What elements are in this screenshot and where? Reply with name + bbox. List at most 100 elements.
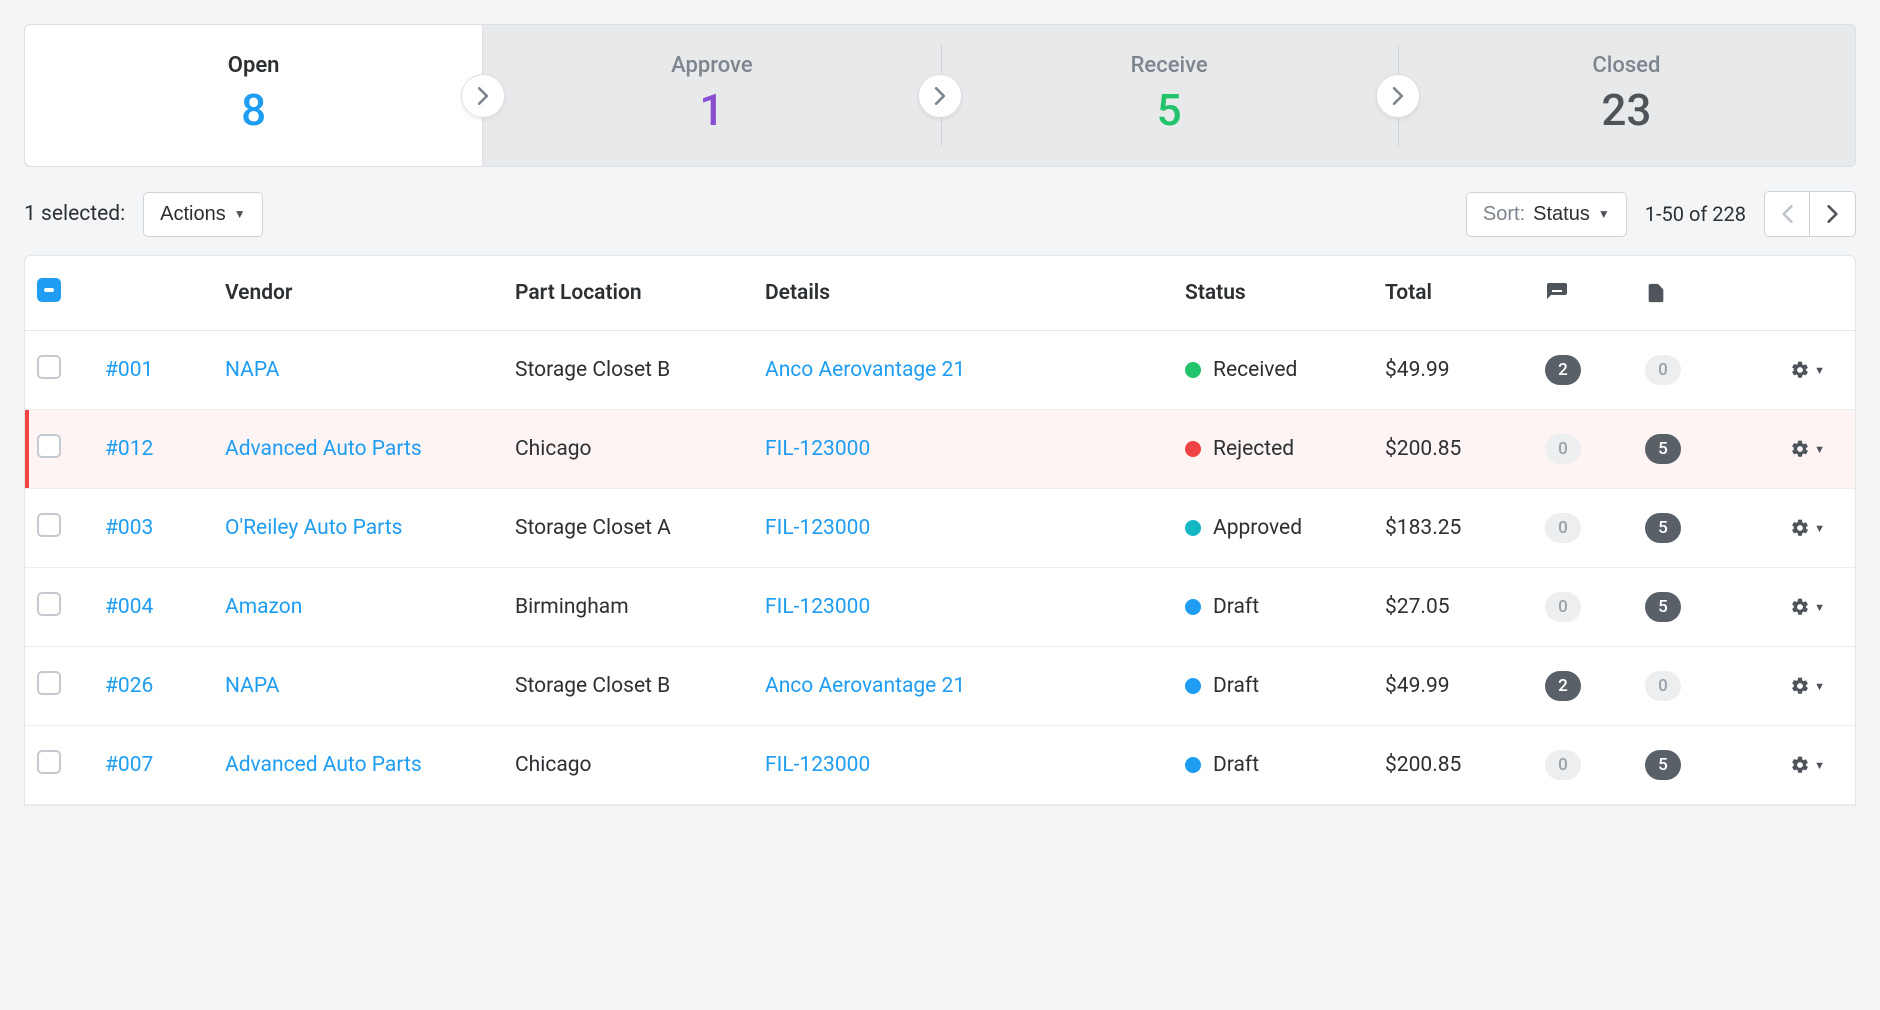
gear-icon: [1790, 676, 1810, 696]
caret-down-icon: ▼: [1814, 522, 1825, 535]
order-id-link[interactable]: #012: [105, 437, 153, 461]
order-id-link[interactable]: #001: [105, 358, 153, 382]
prev-page-button[interactable]: [1764, 191, 1810, 237]
tab-approve[interactable]: Approve1: [483, 25, 940, 166]
tab-open[interactable]: Open 8: [25, 25, 483, 166]
vendor-link[interactable]: Amazon: [225, 595, 302, 619]
vendor-link[interactable]: Advanced Auto Parts: [225, 437, 422, 461]
actions-dropdown[interactable]: Actions ▼: [143, 192, 262, 237]
caret-down-icon: ▼: [1814, 601, 1825, 614]
order-id-link[interactable]: #004: [105, 595, 153, 619]
row-actions-menu[interactable]: ▼: [1745, 518, 1835, 538]
comments-count[interactable]: 0: [1545, 592, 1581, 622]
details-link[interactable]: FIL-123000: [765, 437, 870, 461]
docs-count[interactable]: 0: [1645, 671, 1681, 701]
status-dot-icon: [1185, 520, 1201, 536]
status-text: Received: [1213, 358, 1297, 382]
order-id-link[interactable]: #003: [105, 516, 153, 540]
row-checkbox[interactable]: [37, 434, 61, 458]
comments-count[interactable]: 0: [1545, 434, 1581, 464]
orders-table: Vendor Part Location Details Status Tota…: [24, 255, 1856, 806]
vendor-link[interactable]: Advanced Auto Parts: [225, 753, 422, 777]
docs-count[interactable]: 5: [1645, 592, 1681, 622]
gear-icon: [1790, 439, 1810, 459]
sort-prefix: Sort:: [1483, 203, 1525, 226]
selected-count-text: 1 selected:: [24, 202, 125, 226]
caret-down-icon: ▼: [234, 207, 246, 221]
pager: [1764, 191, 1856, 237]
table-row: #026NAPAStorage Closet BAnco Aerovantage…: [25, 647, 1855, 726]
gear-icon: [1790, 597, 1810, 617]
chevron-right-icon: [461, 74, 505, 118]
tab-count: 23: [1398, 84, 1855, 136]
comments-count[interactable]: 0: [1545, 750, 1581, 780]
row-checkbox[interactable]: [37, 355, 61, 379]
status-dot-icon: [1185, 678, 1201, 694]
total-value: $27.05: [1385, 595, 1450, 619]
comments-count[interactable]: 2: [1545, 355, 1581, 385]
status-dot-icon: [1185, 599, 1201, 615]
gear-icon: [1790, 755, 1810, 775]
status-dot-icon: [1185, 757, 1201, 773]
tab-count: 8: [25, 84, 482, 136]
docs-count[interactable]: 0: [1645, 355, 1681, 385]
caret-down-icon: ▼: [1814, 759, 1825, 772]
order-id-link[interactable]: #007: [105, 753, 153, 777]
tab-closed[interactable]: Closed 23: [1398, 25, 1855, 166]
status-text: Rejected: [1213, 437, 1294, 461]
tab-label: Receive: [941, 53, 1398, 78]
tab-count: 5: [941, 84, 1398, 136]
tab-label: Approve: [483, 53, 940, 78]
vendor-link[interactable]: NAPA: [225, 674, 279, 698]
list-toolbar: 1 selected: Actions ▼ Sort: Status ▼ 1-5…: [24, 191, 1856, 237]
part-location: Birmingham: [515, 595, 629, 619]
table-row: #012 Advanced Auto Parts Chicago FIL-123000…: [25, 410, 1855, 489]
status-text: Draft: [1213, 674, 1259, 698]
status-dot-icon: [1185, 362, 1201, 378]
status-text: Draft: [1213, 595, 1259, 619]
docs-count[interactable]: 5: [1645, 513, 1681, 543]
caret-down-icon: ▼: [1598, 207, 1610, 221]
caret-down-icon: ▼: [1814, 364, 1825, 377]
table-row: #007Advanced Auto PartsChicagoFIL-123000…: [25, 726, 1855, 805]
details-link[interactable]: FIL-123000: [765, 516, 870, 540]
col-vendor: Vendor: [225, 281, 515, 305]
tab-label: Open: [25, 53, 482, 78]
row-actions-menu[interactable]: ▼: [1745, 676, 1835, 696]
details-link[interactable]: Anco Aerovantage 21: [765, 674, 965, 698]
total-value: $200.85: [1385, 437, 1461, 461]
next-page-button[interactable]: [1810, 191, 1856, 237]
comments-count[interactable]: 0: [1545, 513, 1581, 543]
row-actions-menu[interactable]: ▼: [1745, 755, 1835, 775]
comments-count[interactable]: 2: [1545, 671, 1581, 701]
col-details: Details: [765, 281, 1185, 305]
status-cell: Draft: [1185, 595, 1385, 619]
tab-receive[interactable]: Receive 5: [941, 25, 1398, 166]
row-actions-menu[interactable]: ▼: [1745, 360, 1835, 380]
row-checkbox[interactable]: [37, 671, 61, 695]
total-value: $49.99: [1385, 674, 1450, 698]
select-all-checkbox[interactable]: [37, 278, 61, 302]
row-actions-menu[interactable]: ▼: [1745, 439, 1835, 459]
details-link[interactable]: Anco Aerovantage 21: [765, 358, 965, 382]
vendor-link[interactable]: O'Reiley Auto Parts: [225, 516, 402, 540]
row-checkbox[interactable]: [37, 513, 61, 537]
caret-down-icon: ▼: [1814, 443, 1825, 456]
docs-count[interactable]: 5: [1645, 750, 1681, 780]
details-link[interactable]: FIL-123000: [765, 595, 870, 619]
part-location: Chicago: [515, 437, 592, 461]
chevron-right-icon: [918, 74, 962, 118]
tab-label: Closed: [1398, 53, 1855, 78]
row-checkbox[interactable]: [37, 750, 61, 774]
sort-dropdown[interactable]: Sort: Status ▼: [1466, 192, 1627, 237]
row-checkbox[interactable]: [37, 592, 61, 616]
details-link[interactable]: FIL-123000: [765, 753, 870, 777]
table-row: #004 Amazon Birmingham FIL-123000 Draft $27.0…: [25, 568, 1855, 647]
vendor-link[interactable]: NAPA: [225, 358, 279, 382]
docs-count[interactable]: 5: [1645, 434, 1681, 464]
actions-label: Actions: [160, 203, 226, 226]
col-status: Status: [1185, 281, 1385, 305]
row-actions-menu[interactable]: ▼: [1745, 597, 1835, 617]
order-id-link[interactable]: #026: [105, 674, 153, 698]
total-value: $200.85: [1385, 753, 1461, 777]
